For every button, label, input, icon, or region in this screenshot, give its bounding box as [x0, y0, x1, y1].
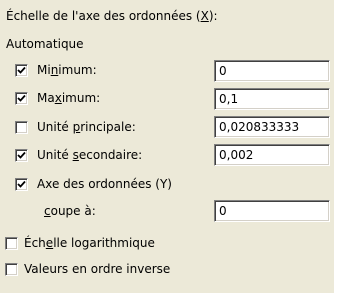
minor-unit-label-b: econdaire: — [78, 148, 143, 162]
section-title-text: Échelle de l'axe des ordonnées ( — [6, 9, 201, 23]
major-unit-field[interactable]: 0,020833333 — [214, 116, 330, 138]
crosses-axis-label: Axe des ordonnées (Y) — [37, 177, 172, 191]
minor-unit-label-a: Unité — [37, 148, 73, 162]
minor-unit-auto-checkbox[interactable] — [15, 149, 28, 162]
maximum-auto-checkbox[interactable] — [15, 92, 28, 105]
crosses-at-field[interactable]: 0 — [214, 200, 330, 222]
reverse-order-checkbox[interactable] — [5, 263, 18, 276]
log-scale-label: Échelle logarithmique — [24, 236, 155, 250]
minimum-auto-checkbox[interactable] — [15, 64, 28, 77]
log-scale-checkbox[interactable] — [5, 237, 18, 250]
major-unit-auto-checkbox[interactable] — [15, 121, 28, 134]
crosses-at-label-b: oupe à: — [50, 204, 96, 218]
maximum-label: Maximum: — [37, 91, 100, 105]
check-icon — [17, 151, 26, 159]
minor-unit-label: Unité secondaire: — [37, 148, 142, 162]
crosses-at-label: coupe à: — [44, 204, 96, 218]
section-title-end: ): — [208, 9, 218, 23]
log-scale-label-a: Éch — [24, 236, 46, 250]
section-title-key: X — [200, 9, 209, 23]
automatic-group-label: Automatique — [6, 37, 84, 51]
check-icon — [17, 94, 26, 102]
major-unit-label-b: rincipale: — [80, 120, 136, 134]
log-scale-label-b: lle logarithmique — [53, 236, 155, 250]
crosses-auto-checkbox[interactable] — [15, 178, 28, 191]
major-unit-label: Unité principale: — [37, 120, 136, 134]
crosses-at-label-key: c — [44, 204, 51, 218]
section-title: Échelle de l'axe des ordonnées (X): — [6, 9, 218, 23]
minimum-label-a: Mi — [37, 63, 51, 77]
maximum-label-b: imum: — [61, 91, 101, 105]
maximum-label-key: x — [54, 91, 62, 105]
reverse-order-label-b: Valeurs en ordre inverse — [24, 262, 171, 276]
maximum-label-a: Ma — [37, 91, 55, 105]
minor-unit-field[interactable]: 0,002 — [214, 144, 330, 166]
check-icon — [17, 180, 26, 188]
reverse-order-label: Valeurs en ordre inverse — [24, 262, 170, 276]
minimum-field[interactable]: 0 — [214, 60, 330, 82]
minimum-label-b: imum: — [58, 63, 97, 77]
axis-scale-panel: Échelle de l'axe des ordonnées (X): Auto… — [0, 0, 334, 293]
maximum-field[interactable]: 0,1 — [214, 88, 330, 110]
minimum-label: Minimum: — [37, 63, 97, 77]
major-unit-label-a: Unité — [37, 120, 73, 134]
check-icon — [17, 66, 26, 74]
